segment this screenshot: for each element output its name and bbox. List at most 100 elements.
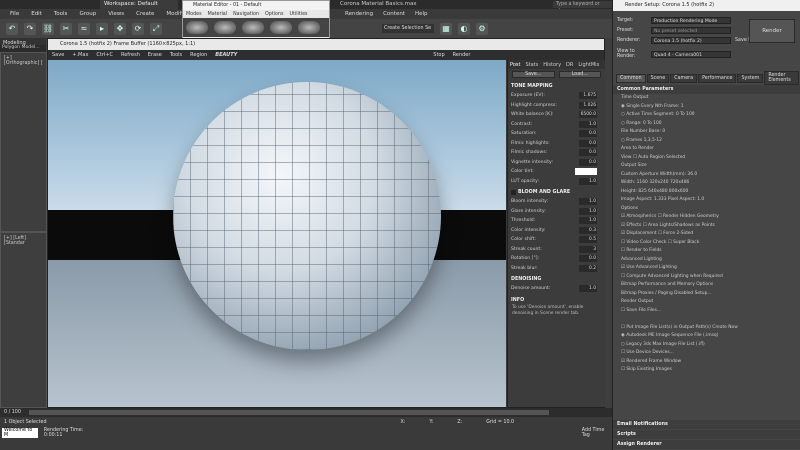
param-input[interactable]: 1.0	[579, 217, 597, 225]
render-setup-option[interactable]: Output Size	[613, 162, 800, 171]
frame-counter[interactable]: 0 / 100	[4, 410, 21, 415]
menu-edit[interactable]: Edit	[31, 11, 42, 17]
render-setup-option[interactable]: ☐ Put Image File List(s) in Output Path(…	[613, 324, 800, 333]
tab-render-elements[interactable]: Render Elements	[764, 71, 799, 85]
search-input[interactable]: Type a keyword or phrase	[553, 1, 613, 14]
workspace-selector[interactable]: Workspace: Default	[100, 0, 178, 9]
vfb-tools-button[interactable]: Tools	[170, 52, 182, 58]
viewport-label[interactable]: [+] [Orthographic] [	[1, 53, 46, 69]
render-setup-option[interactable]: Area to Render	[613, 145, 800, 154]
menu-views[interactable]: Views	[108, 11, 124, 17]
vfb-region-button[interactable]: Region	[190, 52, 207, 58]
render-setup-option[interactable]: ○ Legacy 3ds Max Image File List (.ifl)	[613, 341, 800, 350]
menu-group[interactable]: Group	[79, 11, 96, 17]
render-setup-option[interactable]: ☑ Use Advanced Lighting	[613, 264, 800, 273]
add-time-tag[interactable]: Add Time Tag	[582, 428, 612, 438]
param-input[interactable]: 3	[579, 245, 597, 253]
material-slot[interactable]	[298, 21, 320, 34]
param-input[interactable]: 1.026	[579, 101, 597, 109]
tab-stats[interactable]: Stats	[525, 62, 538, 68]
param-input[interactable]: 0.0	[579, 158, 597, 166]
param-input[interactable]: 0.2	[579, 264, 597, 272]
move-icon[interactable]: ✥	[114, 22, 126, 35]
render-setup-option[interactable]: File Number Base: 0	[613, 128, 800, 137]
render-setup-option[interactable]: View ☐ Auto Region Selected	[613, 154, 800, 163]
material-slot[interactable]	[242, 21, 264, 34]
me-menu-utilities[interactable]: Utilities	[289, 12, 307, 17]
tab-scene[interactable]: Scene	[646, 73, 670, 83]
tab-history[interactable]: History	[543, 62, 561, 68]
link-icon[interactable]: ⛓	[42, 22, 54, 35]
scale-icon[interactable]: ⤢	[150, 22, 162, 35]
preset-dropdown[interactable]: No preset selected	[651, 26, 731, 34]
param-input[interactable]: 1.0	[579, 177, 597, 185]
param-input[interactable]: 0.0	[579, 139, 597, 147]
param-input[interactable]: 0.0	[579, 149, 597, 157]
render-setup-option[interactable]: Render Output	[613, 298, 800, 307]
tab-system[interactable]: System	[737, 73, 764, 83]
email-notifications-rollout[interactable]: Email Notifications	[613, 420, 800, 429]
render-setup-option[interactable]: ☑ Rendered Frame Window	[613, 358, 800, 367]
render-setup-option[interactable]: ☐ Use Device Devices...	[613, 349, 800, 358]
viewport-right[interactable]	[605, 38, 612, 408]
view-dropdown[interactable]: Quad 4 - Camera001	[651, 50, 731, 58]
menu-tools[interactable]: Tools	[54, 11, 68, 17]
render-image[interactable]	[48, 60, 506, 407]
render-setup-option[interactable]: Width: 1160 320x240 720x486	[613, 179, 800, 188]
vfb-save-button[interactable]: Save	[52, 52, 64, 58]
param-input[interactable]: 1.675	[579, 92, 597, 100]
ribbon-tab-polygon[interactable]: Polygon Model...	[0, 45, 46, 52]
vfb-copy-button[interactable]: Ctrl+C	[96, 52, 113, 58]
target-dropdown[interactable]: Production Rendering Mode	[651, 16, 731, 24]
tab-post[interactable]: Post	[510, 62, 520, 68]
render-setup-option[interactable]: Custom Aperture Width(mm): 36.0	[613, 171, 800, 180]
vfb-stop-button[interactable]: Stop	[433, 52, 444, 58]
render-button[interactable]: Render	[749, 19, 795, 43]
common-parameters-rollout[interactable]: Common Parameters	[613, 85, 800, 94]
tab-lightmix[interactable]: LightMix	[578, 62, 599, 68]
render-setup-option[interactable]: ☐ Save File Files...	[613, 307, 800, 316]
render-setup-option[interactable]	[613, 315, 800, 324]
tab-dr[interactable]: DR	[566, 62, 573, 68]
vfb-erase-button[interactable]: Erase	[148, 52, 162, 58]
load-preset-button[interactable]: Load...	[558, 71, 601, 78]
me-menu-options[interactable]: Options	[265, 12, 284, 17]
vfb-max-button[interactable]: +.Max	[72, 52, 88, 58]
menu-create[interactable]: Create	[136, 11, 154, 17]
schematic-icon[interactable]: ▦	[440, 22, 452, 35]
viewport-bottom-left[interactable]: [+] [Left] [Standar	[0, 232, 47, 408]
material-slot[interactable]	[214, 21, 236, 34]
tab-common[interactable]: Common	[616, 73, 646, 83]
redo-icon[interactable]: ↷	[24, 22, 36, 35]
render-setup-option[interactable]: ○ Frames 1,3,5-12	[613, 137, 800, 146]
me-menu-navigation[interactable]: Navigation	[233, 12, 259, 17]
denoise-input[interactable]: 1.0	[579, 285, 597, 293]
material-slot[interactable]	[270, 21, 292, 34]
render-setup-option[interactable]: Time Output	[613, 94, 800, 103]
me-menu-modes[interactable]: Modes	[186, 12, 202, 17]
bind-icon[interactable]: ≈	[78, 22, 90, 35]
scripts-rollout[interactable]: Scripts	[613, 430, 800, 439]
param-input[interactable]: 0.0	[579, 255, 597, 263]
viewport-top-left[interactable]: [+] [Orthographic] [	[0, 52, 47, 232]
param-input[interactable]: 6500.0	[579, 111, 597, 119]
param-input[interactable]: 0.5	[579, 236, 597, 244]
renderer-dropdown[interactable]: Corona 1.5 (hotfix 2)	[651, 36, 731, 44]
material-slot[interactable]	[186, 21, 208, 34]
undo-icon[interactable]: ↶	[6, 22, 18, 35]
menu-file[interactable]: File	[10, 11, 19, 17]
unlink-icon[interactable]: ✂	[60, 22, 72, 35]
me-menu-material[interactable]: Material	[208, 12, 228, 17]
render-setup-option[interactable]: ☑ Effects ☐ Area Lights/Shadows as Point…	[613, 222, 800, 231]
material-editor-icon[interactable]: ◐	[458, 22, 470, 35]
vfb-channel-select[interactable]: BEAUTY	[215, 52, 237, 58]
param-input[interactable]	[575, 168, 597, 176]
render-setup-option[interactable]: ◉ Single Every Nth Frame: 1	[613, 103, 800, 112]
tab-camera[interactable]: Camera	[670, 73, 698, 83]
render-setup-option[interactable]: ☑ Atmospherics ☐ Render Hidden Geometry	[613, 213, 800, 222]
selection-set-dropdown[interactable]: Create Selection Se	[382, 24, 434, 33]
render-setup-option[interactable]: ◉ Autodesk ME Image Sequence File (.imsq…	[613, 332, 800, 341]
menu-content[interactable]: Content	[383, 10, 405, 19]
render-setup-option[interactable]: ○ Active Time Segment: 0 To 100	[613, 111, 800, 120]
render-setup-option[interactable]: Advanced Lighting	[613, 256, 800, 265]
